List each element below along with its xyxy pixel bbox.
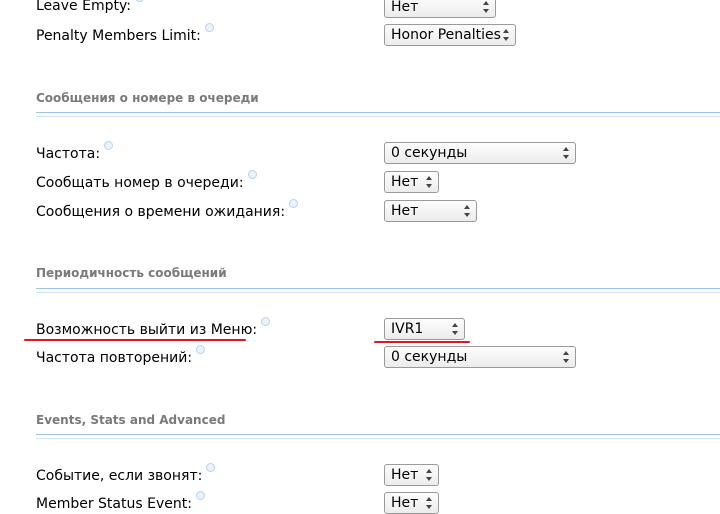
repeat-frequency-select[interactable]: 0 секунды (384, 346, 576, 368)
announce-holdtime-select[interactable]: Нет (384, 200, 477, 222)
help-icon[interactable] (261, 317, 271, 326)
announce-position-value: Нет (391, 174, 419, 190)
help-icon[interactable] (289, 199, 299, 208)
help-icon[interactable] (206, 463, 216, 472)
announce-position-row: Сообщать номер в очереди: (36, 170, 257, 191)
section-title-announce-position: Сообщения о номере в очереди (36, 91, 259, 105)
announce-holdtime-row: Сообщения о времени ожидания: (36, 199, 299, 220)
leave-empty-label: Leave Empty: (36, 0, 131, 14)
announce-position-select[interactable]: Нет (384, 171, 439, 193)
annotation-underline-select (374, 341, 470, 343)
frequency-select[interactable]: 0 секунды (384, 142, 576, 164)
select-arrows-icon (563, 349, 570, 365)
event-when-called-label: Событие, если звонят: (36, 468, 203, 484)
section-divider (36, 288, 720, 293)
announce-holdtime-label: Сообщения о времени ожидания: (36, 204, 286, 220)
section-title-periodic-announce: Периодичность сообщений (36, 266, 227, 280)
frequency-row: Частота: (36, 141, 114, 162)
select-arrows-icon (503, 27, 510, 43)
ivr-breakout-value: IVR1 (391, 321, 424, 337)
ivr-breakout-select[interactable]: IVR1 (384, 318, 465, 340)
select-arrows-icon (426, 174, 433, 190)
section-divider (36, 434, 720, 439)
member-status-event-value: Нет (391, 495, 419, 511)
help-icon[interactable] (247, 170, 257, 179)
annotation-underline-label (24, 339, 246, 341)
event-when-called-value: Нет (391, 467, 419, 483)
ivr-breakout-label: Возможность выйти из Меню: (36, 322, 258, 338)
help-icon[interactable] (204, 23, 214, 32)
repeat-frequency-label: Частота повторений: (36, 350, 193, 366)
member-status-event-select[interactable]: Нет (384, 492, 439, 514)
select-arrows-icon (483, 0, 490, 15)
select-arrows-icon (452, 321, 459, 337)
repeat-frequency-row: Частота повторений: (36, 345, 206, 366)
penalty-members-limit-label: Penalty Members Limit: (36, 28, 201, 44)
repeat-frequency-value: 0 секунды (391, 349, 468, 365)
frequency-label: Частота: (36, 146, 101, 162)
leave-empty-select[interactable]: Нет (384, 0, 496, 18)
announce-holdtime-value: Нет (391, 203, 419, 219)
announce-position-label: Сообщать номер в очереди: (36, 175, 244, 191)
leave-empty-row: Leave Empty: (36, 0, 144, 14)
event-when-called-row: Событие, если звонят: (36, 463, 216, 484)
help-icon[interactable] (196, 345, 206, 354)
help-icon[interactable] (195, 491, 205, 500)
help-icon[interactable] (134, 0, 144, 2)
help-icon[interactable] (104, 141, 114, 150)
frequency-value: 0 секунды (391, 145, 468, 161)
select-arrows-icon (426, 467, 433, 483)
ivr-breakout-row: Возможность выйти из Меню: (36, 317, 271, 338)
penalty-members-limit-row: Penalty Members Limit: (36, 23, 214, 44)
penalty-members-limit-select[interactable]: Honor Penalties (384, 24, 516, 46)
penalty-members-limit-value: Honor Penalties (391, 27, 501, 43)
select-arrows-icon (426, 495, 433, 511)
event-when-called-select[interactable]: Нет (384, 464, 439, 486)
select-arrows-icon (563, 145, 570, 161)
section-title-events: Events, Stats and Advanced (36, 413, 226, 427)
select-arrows-icon (464, 203, 471, 219)
leave-empty-value: Нет (391, 0, 419, 15)
section-divider (36, 112, 720, 117)
